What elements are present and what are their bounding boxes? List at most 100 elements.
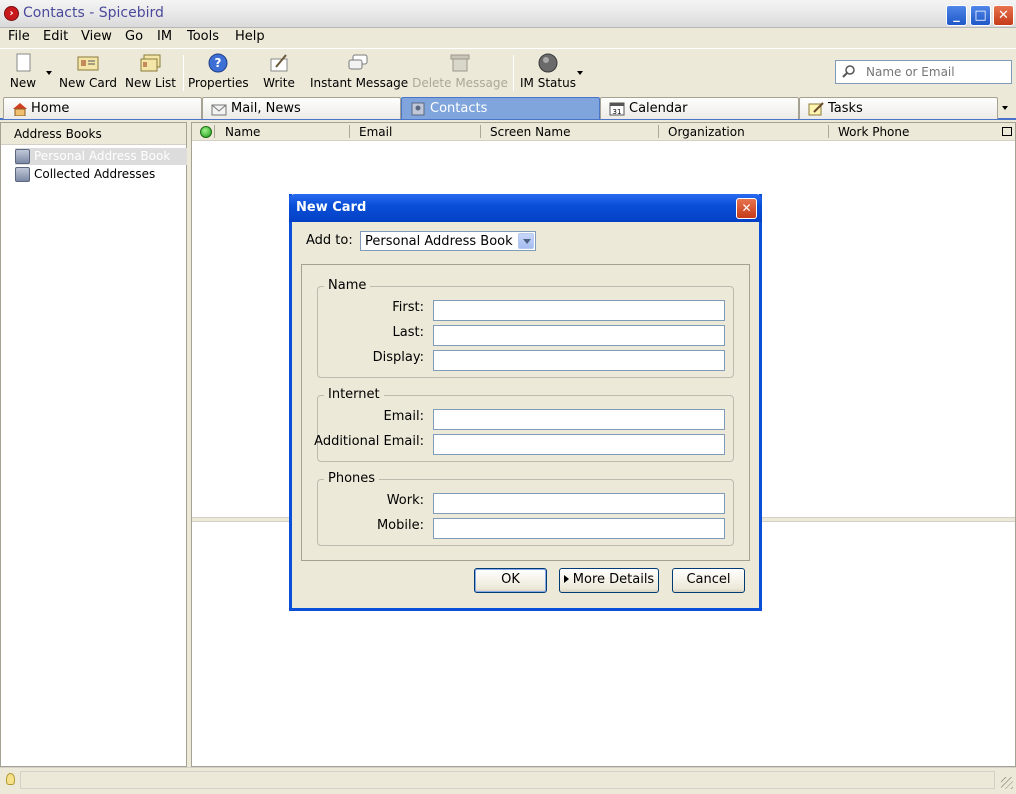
email-input[interactable] (433, 409, 725, 430)
address-books-header[interactable]: Address Books (1, 123, 186, 145)
phones-group: Phones Work: Mobile: (317, 471, 734, 546)
contact-tab-panel: Name First: Last: Display: Internet Emai… (301, 264, 750, 561)
additional-email-input[interactable] (433, 434, 725, 455)
ok-button[interactable]: OK (474, 568, 547, 593)
tab-home-label: Home (31, 101, 70, 116)
work-phone-input[interactable] (433, 493, 725, 514)
name-group-legend: Name (324, 278, 371, 293)
additional-email-label: Additional Email: (314, 434, 424, 449)
im-status-dropdown-arrow-icon[interactable] (577, 71, 583, 75)
dialog-title-bar[interactable]: New Card ✕ (289, 194, 762, 222)
menu-tools[interactable]: Tools (187, 29, 219, 44)
new-card-label: New Card (58, 76, 118, 90)
menu-go[interactable]: Go (125, 29, 143, 44)
column-divider[interactable] (658, 125, 659, 138)
properties-button[interactable]: ? Properties (188, 53, 249, 93)
instant-message-button[interactable]: Instant Message (310, 53, 408, 93)
im-status-label: IM Status (520, 76, 576, 90)
add-to-value: Personal Address Book (365, 234, 513, 249)
first-name-label: First: (392, 300, 424, 315)
cancel-button[interactable]: Cancel (672, 568, 745, 593)
status-orb-icon (537, 53, 559, 73)
column-organization[interactable]: Organization (668, 125, 745, 139)
address-book-collected[interactable]: Collected Addresses (15, 166, 187, 183)
properties-label: Properties (188, 76, 249, 90)
search-box[interactable] (835, 60, 1012, 84)
new-button[interactable]: New (6, 53, 40, 93)
more-details-label: More Details (572, 572, 655, 587)
last-name-input[interactable] (433, 325, 725, 346)
tab-calendar[interactable]: 31 Calendar (600, 97, 799, 119)
address-books-pane: Address Books Personal Address Book Coll… (0, 122, 187, 767)
menu-edit[interactable]: Edit (43, 29, 68, 44)
new-button-label: New (9, 76, 37, 90)
tab-list-dropdown-icon[interactable] (1002, 106, 1008, 110)
status-text-field (20, 771, 995, 789)
add-to-label: Add to: (306, 233, 353, 248)
mobile-phone-input[interactable] (433, 518, 725, 539)
write-label: Write (263, 76, 295, 90)
new-list-button[interactable]: New List (123, 53, 178, 93)
address-book-icon (15, 167, 30, 182)
close-window-button[interactable]: ✕ (993, 5, 1014, 26)
tab-calendar-label: Calendar (629, 101, 688, 116)
display-name-input[interactable] (433, 350, 725, 371)
add-to-select[interactable]: Personal Address Book (360, 231, 536, 251)
tasks-notepad-icon (808, 102, 824, 116)
delete-message-button[interactable]: Delete Message (412, 53, 508, 93)
last-name-label: Last: (392, 325, 424, 340)
column-divider[interactable] (349, 125, 350, 138)
write-pen-icon (268, 53, 290, 73)
spicebird-logo-icon: › (4, 6, 19, 21)
window-title: Contacts - Spicebird (23, 5, 164, 21)
chevron-down-icon[interactable] (518, 233, 534, 249)
name-group: Name First: Last: Display: (317, 278, 734, 378)
maximize-button[interactable]: □ (970, 5, 991, 26)
column-name[interactable]: Name (225, 125, 260, 139)
column-email[interactable]: Email (359, 125, 392, 139)
tab-home[interactable]: Home (3, 97, 202, 119)
search-icon[interactable] (842, 65, 855, 78)
trash-icon (449, 53, 471, 73)
write-button[interactable]: Write (262, 53, 296, 93)
list-icon (140, 53, 162, 73)
column-work-phone[interactable]: Work Phone (838, 125, 909, 139)
column-divider[interactable] (214, 125, 215, 138)
work-phone-label: Work: (386, 493, 424, 508)
tab-tasks[interactable]: Tasks (799, 97, 998, 119)
minimize-button[interactable]: _ (946, 5, 967, 26)
new-list-label: New List (125, 76, 176, 90)
calendar-icon: 31 (609, 102, 625, 116)
mobile-phone-label: Mobile: (376, 518, 424, 533)
column-picker-icon[interactable] (1002, 127, 1012, 136)
contacts-book-icon (410, 102, 425, 116)
column-screen-name[interactable]: Screen Name (490, 125, 570, 139)
menu-help[interactable]: Help (235, 29, 265, 44)
menu-file[interactable]: File (8, 29, 30, 44)
menu-im[interactable]: IM (157, 29, 172, 44)
tab-mail-news[interactable]: Mail, News (202, 97, 401, 119)
more-details-button[interactable]: More Details (559, 568, 659, 593)
search-input[interactable] (866, 63, 1006, 81)
first-name-input[interactable] (433, 300, 725, 321)
new-card-button[interactable]: New Card (57, 53, 119, 93)
online-status-icon[interactable] (200, 126, 212, 138)
column-divider[interactable] (828, 125, 829, 138)
menu-view[interactable]: View (81, 29, 112, 44)
address-book-label: Personal Address Book (34, 149, 171, 163)
lightbulb-icon (6, 773, 15, 785)
tab-bar: Home Mail, News Contacts 31 Calendar Tas… (0, 96, 1016, 120)
dialog-close-button[interactable]: ✕ (736, 198, 757, 219)
column-header-row: Name Email Screen Name Organization Work… (192, 123, 1015, 141)
im-status-button[interactable]: IM Status (519, 53, 577, 93)
delete-message-label: Delete Message (412, 76, 508, 90)
new-dropdown-arrow-icon[interactable] (46, 71, 52, 75)
dialog-title: New Card (296, 200, 367, 215)
column-divider[interactable] (480, 125, 481, 138)
address-books-title: Address Books (14, 127, 102, 141)
tab-tasks-label: Tasks (828, 101, 863, 116)
resize-grip-icon[interactable] (1001, 777, 1013, 789)
address-book-personal[interactable]: Personal Address Book (15, 148, 187, 165)
expand-arrow-icon (563, 575, 569, 583)
tab-contacts[interactable]: Contacts (401, 97, 600, 119)
